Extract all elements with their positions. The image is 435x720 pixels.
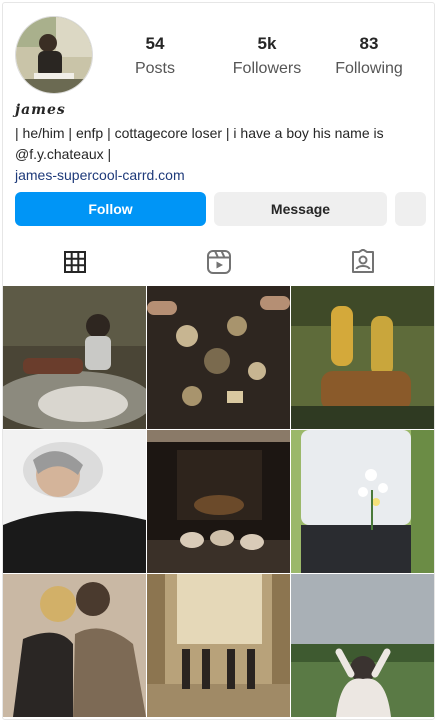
following-label: Following bbox=[335, 60, 403, 77]
tab-tagged[interactable] bbox=[291, 239, 434, 285]
post-1[interactable] bbox=[3, 286, 146, 429]
tab-posts[interactable] bbox=[3, 239, 146, 285]
post-4[interactable] bbox=[3, 430, 146, 573]
post-1-photo bbox=[3, 286, 146, 429]
followers-label: Followers bbox=[232, 60, 302, 77]
following-stat[interactable]: 83 Following bbox=[314, 34, 424, 78]
profile-username: james bbox=[15, 102, 66, 118]
post-8-photo bbox=[147, 574, 290, 717]
post-5[interactable] bbox=[147, 430, 290, 573]
follow-button[interactable]: Follow bbox=[15, 192, 206, 226]
post-3[interactable] bbox=[291, 286, 434, 429]
profile-bio: | he/him | enfp | cottagecore loser | i … bbox=[15, 125, 384, 162]
profile-stats: 54 Posts 5k Followers 83 Following bbox=[3, 34, 434, 84]
grid-icon bbox=[63, 251, 86, 273]
posts-stat[interactable]: 54 Posts bbox=[100, 34, 210, 78]
message-button[interactable]: Message bbox=[214, 192, 387, 226]
profile-link[interactable]: james-supercool-carrd.com bbox=[15, 167, 185, 183]
post-6-photo bbox=[291, 430, 434, 573]
post-9[interactable] bbox=[291, 574, 434, 717]
post-9-photo bbox=[291, 574, 434, 717]
tab-reels[interactable] bbox=[147, 239, 290, 285]
post-7[interactable] bbox=[3, 574, 146, 717]
post-2-photo bbox=[147, 286, 290, 429]
post-6[interactable] bbox=[291, 430, 434, 573]
post-4-photo bbox=[3, 430, 146, 573]
post-8[interactable] bbox=[147, 574, 290, 717]
profile-tabs bbox=[3, 239, 434, 287]
posts-count: 54 bbox=[145, 34, 165, 53]
more-options-button[interactable] bbox=[395, 192, 426, 226]
reels-icon bbox=[206, 250, 231, 274]
post-5-photo bbox=[147, 430, 290, 573]
tagged-icon bbox=[351, 249, 374, 273]
post-2[interactable] bbox=[147, 286, 290, 429]
followers-stat[interactable]: 5k Followers bbox=[212, 34, 322, 78]
post-7-photo bbox=[3, 574, 146, 717]
post-3-photo bbox=[291, 286, 434, 429]
posts-label: Posts bbox=[134, 60, 175, 77]
profile-page: 54 Posts 5k Followers 83 Following james… bbox=[2, 2, 435, 720]
following-count: 83 bbox=[359, 34, 379, 53]
followers-count: 5k bbox=[257, 34, 277, 53]
